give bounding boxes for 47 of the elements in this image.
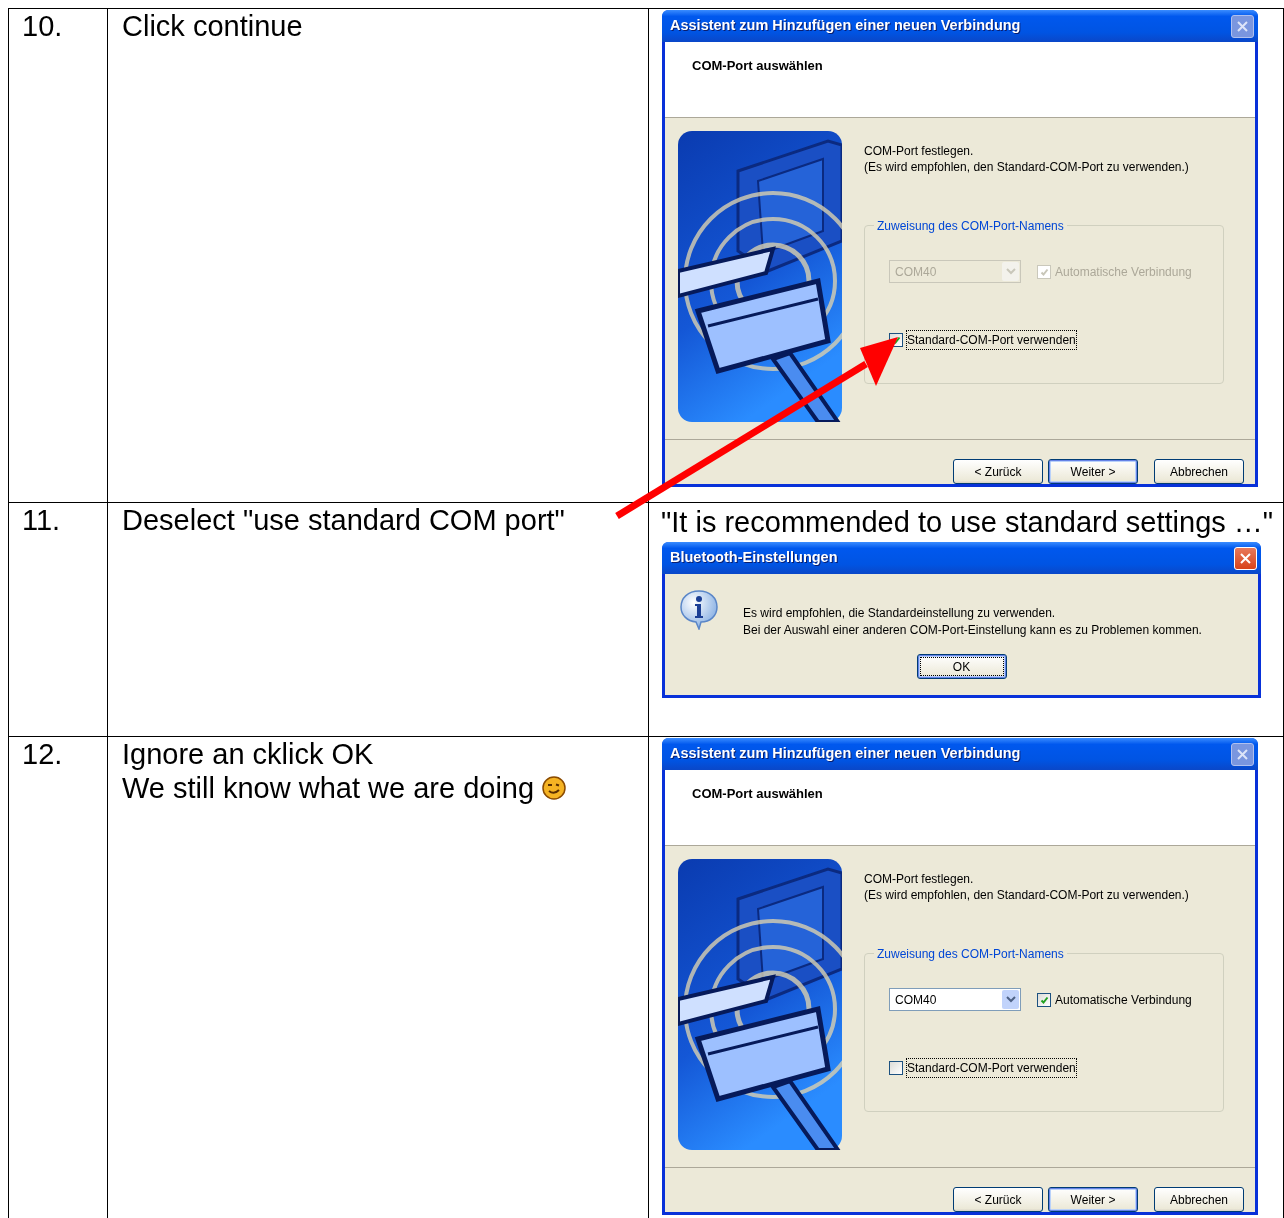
ok-button[interactable]: OK <box>916 654 1007 679</box>
combo-value: COM40 <box>895 263 937 281</box>
message-text: Es wird empfohlen, die Standardeinstellung zu verwenden. <box>743 605 1057 622</box>
close-icon <box>1238 550 1253 566</box>
close-button[interactable] <box>1231 14 1254 38</box>
dropdown-button[interactable] <box>1002 990 1019 1009</box>
checkbox-label: Standard-COM-Port verwenden <box>907 331 1076 349</box>
window-title: Assistent zum Hinzufügen einer neuen Verbindung <box>669 744 1021 764</box>
instruction-text: We still know what we are doing <box>122 771 535 805</box>
close-button[interactable] <box>1231 742 1254 766</box>
header-title: COM-Port auswählen <box>692 786 823 801</box>
dialog-button[interactable]: Weiter > <box>1048 459 1138 484</box>
check-icon <box>1039 267 1049 276</box>
window-title: Bluetooth-Einstellungen <box>669 548 838 568</box>
checkbox-label: Automatische Verbindung <box>1055 991 1192 1009</box>
dialog-button[interactable]: < Zurück <box>953 1187 1043 1212</box>
checkbox[interactable] <box>889 1061 903 1075</box>
close-icon <box>1235 746 1250 762</box>
check-icon <box>1039 995 1049 1004</box>
close-icon <box>1235 18 1250 34</box>
caret-icon <box>1005 996 1016 1003</box>
intro-text: (Es wird empfohlen, den Standard-COM-Port zu verwenden.) <box>864 887 1190 903</box>
instruction-text: Ignore an cklick OK <box>122 737 375 771</box>
message-text: Bei der Auswahl einer anderen COM-Port-Einstellung kann es zu Problemen kommen. <box>743 622 1202 639</box>
window-title: Assistent zum Hinzufügen einer neuen Verbindung <box>669 16 1021 36</box>
instruction-text: Click continue <box>122 9 304 43</box>
dialog-button[interactable]: < Zurück <box>953 459 1043 484</box>
info-icon <box>679 589 719 630</box>
caption-text: "It is recommended to use standard settings …" <box>661 505 1275 540</box>
dialog-button[interactable]: Abbrechen <box>1154 1187 1244 1212</box>
smiley-icon <box>542 776 567 800</box>
checkbox-label: Automatische Verbindung <box>1055 263 1192 281</box>
caret-icon <box>1005 268 1016 275</box>
step-number: 11. <box>22 503 62 537</box>
dialog-button[interactable]: Abbrechen <box>1154 459 1244 484</box>
header-title: COM-Port auswählen <box>692 58 823 73</box>
checkbox[interactable] <box>1037 992 1051 1007</box>
checkbox-label: Standard-COM-Port verwenden <box>907 1059 1076 1077</box>
dialog-button[interactable]: Weiter > <box>1048 1187 1138 1212</box>
combo-value: COM40 <box>895 991 937 1009</box>
intro-text: COM-Port festlegen. <box>864 871 975 887</box>
step-number: 12. <box>22 737 64 771</box>
instruction-text: Deselect "use standard COM port" <box>122 503 566 537</box>
combo-box[interactable]: COM40 <box>889 988 1021 1011</box>
step-number: 10. <box>22 9 64 43</box>
intro-text: (Es wird empfohlen, den Standard-COM-Port zu verwenden.) <box>864 159 1190 175</box>
intro-text: COM-Port festlegen. <box>864 143 975 159</box>
